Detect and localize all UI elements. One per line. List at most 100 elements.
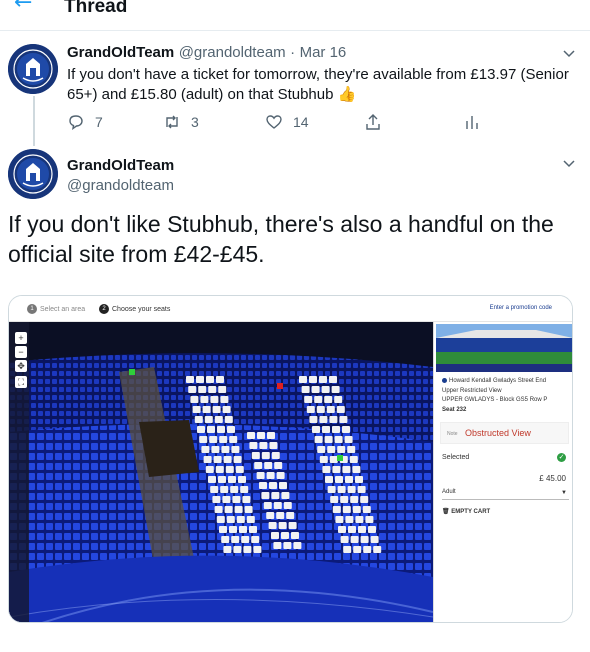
pan-icon[interactable]: ✥	[15, 360, 27, 372]
available-seat[interactable]	[373, 546, 382, 553]
available-seat[interactable]	[360, 496, 369, 503]
available-seat[interactable]	[214, 506, 223, 513]
available-seat[interactable]	[198, 386, 207, 393]
available-seat[interactable]	[342, 506, 351, 513]
zoom-in-button[interactable]: +	[15, 332, 27, 344]
fullscreen-icon[interactable]: ⛶	[15, 376, 27, 388]
available-seat[interactable]	[353, 546, 362, 553]
available-seat[interactable]	[363, 546, 372, 553]
available-seat[interactable]	[365, 516, 374, 523]
chevron-down-icon[interactable]	[561, 46, 577, 62]
available-seat[interactable]	[358, 526, 366, 533]
available-seat[interactable]	[322, 426, 330, 433]
available-seat[interactable]	[335, 516, 344, 523]
available-seat[interactable]	[350, 496, 359, 503]
available-seat[interactable]	[362, 506, 371, 513]
available-seat-marker[interactable]	[337, 455, 343, 461]
available-seat[interactable]	[221, 536, 230, 543]
available-seat[interactable]	[329, 376, 337, 383]
available-seat[interactable]	[210, 486, 219, 493]
tweet-image[interactable]: 1 Select an area 2 Choose your seats Ent…	[8, 295, 573, 623]
available-seat[interactable]	[206, 376, 214, 383]
available-seat[interactable]	[219, 526, 227, 533]
available-seat[interactable]	[235, 466, 244, 473]
available-seat[interactable]	[370, 536, 379, 543]
available-seat[interactable]	[197, 426, 205, 433]
available-seat[interactable]	[368, 526, 376, 533]
stadium-seat-map[interactable]: + − ✥ ⛶	[9, 322, 433, 623]
available-seat[interactable]	[215, 466, 224, 473]
available-seat[interactable]	[357, 486, 366, 493]
tweet-date[interactable]: Mar 16	[300, 44, 347, 61]
available-seat[interactable]	[286, 512, 295, 519]
available-seat[interactable]	[222, 496, 231, 503]
available-seat[interactable]	[319, 456, 328, 463]
available-seat[interactable]	[271, 532, 279, 539]
available-seat[interactable]	[319, 376, 327, 383]
retweet-button[interactable]: 3	[163, 112, 199, 132]
available-seat[interactable]	[348, 526, 356, 533]
available-seat[interactable]	[220, 486, 229, 493]
available-seat[interactable]	[221, 446, 230, 453]
available-seat[interactable]	[204, 416, 213, 423]
available-seat[interactable]	[281, 492, 290, 499]
available-seat[interactable]	[317, 446, 326, 453]
available-seat[interactable]	[278, 522, 287, 529]
analytics-button[interactable]	[463, 112, 491, 132]
like-button[interactable]: 14	[265, 112, 309, 132]
available-seat[interactable]	[210, 396, 219, 403]
available-seat[interactable]	[194, 416, 203, 423]
seat-map-canvas[interactable]	[9, 322, 433, 623]
available-seat[interactable]	[314, 396, 323, 403]
available-seat[interactable]	[203, 456, 212, 463]
available-seat[interactable]	[337, 486, 346, 493]
available-seat[interactable]	[269, 442, 278, 449]
available-seat[interactable]	[321, 386, 330, 393]
available-seat[interactable]	[332, 466, 341, 473]
available-seat[interactable]	[220, 396, 229, 403]
available-seat[interactable]	[232, 496, 241, 503]
available-seat[interactable]	[337, 446, 346, 453]
available-seat[interactable]	[271, 492, 280, 499]
ticket-type-select[interactable]: Adult ▼	[442, 489, 569, 500]
avatar[interactable]	[8, 149, 58, 199]
available-seat[interactable]	[312, 426, 320, 433]
available-seat[interactable]	[243, 546, 252, 553]
available-seat[interactable]	[212, 496, 221, 503]
available-seat[interactable]	[236, 516, 245, 523]
available-seat[interactable]	[230, 486, 239, 493]
available-seat[interactable]	[218, 386, 227, 393]
available-seat[interactable]	[269, 482, 277, 489]
available-seat[interactable]	[319, 416, 328, 423]
available-seat[interactable]	[352, 466, 361, 473]
available-seat[interactable]	[231, 536, 240, 543]
available-seat[interactable]	[283, 502, 292, 509]
available-seat[interactable]	[326, 406, 335, 413]
available-seat[interactable]	[217, 426, 225, 433]
available-seat[interactable]	[267, 432, 275, 439]
available-seat[interactable]	[208, 386, 217, 393]
available-seat[interactable]	[343, 546, 352, 553]
available-seat[interactable]	[233, 546, 242, 553]
chevron-down-icon[interactable]	[561, 156, 577, 172]
available-seat[interactable]	[309, 416, 318, 423]
available-seat[interactable]	[355, 516, 364, 523]
empty-cart-button[interactable]: 🗑 EMPTY CART	[442, 508, 490, 515]
available-seat[interactable]	[222, 406, 231, 413]
available-seat[interactable]	[256, 472, 265, 479]
available-seat[interactable]	[263, 502, 272, 509]
available-seat[interactable]	[316, 406, 325, 413]
author-name[interactable]: GrandOldTeam	[67, 44, 174, 61]
available-seat[interactable]	[324, 396, 333, 403]
available-seat[interactable]	[322, 466, 331, 473]
available-seat[interactable]	[190, 396, 199, 403]
available-seat[interactable]	[259, 482, 267, 489]
available-seat[interactable]	[266, 512, 275, 519]
available-seat[interactable]	[234, 506, 243, 513]
available-seat[interactable]	[214, 416, 223, 423]
available-seat[interactable]	[211, 446, 220, 453]
available-seat[interactable]	[200, 396, 209, 403]
available-seat[interactable]	[208, 476, 216, 483]
available-seat[interactable]	[229, 526, 237, 533]
available-seat-marker[interactable]	[129, 369, 135, 375]
